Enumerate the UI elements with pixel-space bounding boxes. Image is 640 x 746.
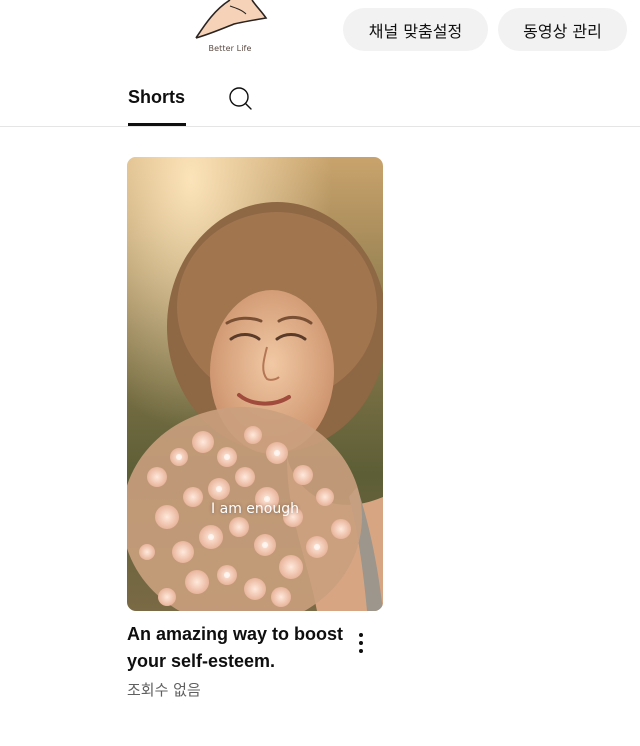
- tab-shorts-label: Shorts: [128, 87, 186, 107]
- search-icon: [229, 87, 252, 110]
- thumbnail-image: [127, 157, 383, 611]
- thumbnail-caption: I am enough: [211, 501, 299, 517]
- logo-graphic: [195, 0, 268, 39]
- manage-videos-button[interactable]: 동영상 관리: [498, 8, 627, 51]
- view-count: 조회수 없음: [127, 681, 201, 699]
- more-actions-button[interactable]: [351, 630, 371, 656]
- search-button[interactable]: [226, 85, 254, 113]
- tabs-divider: [0, 126, 640, 127]
- shorts-thumbnail[interactable]: I am enough: [127, 157, 383, 611]
- tab-shorts[interactable]: Shorts: [128, 84, 186, 126]
- channel-logo: Better Life: [190, 0, 270, 58]
- logo-text: Better Life: [208, 44, 252, 53]
- video-title[interactable]: An amazing way to boost your self-esteem…: [127, 621, 352, 675]
- customize-channel-button[interactable]: 채널 맞춤설정: [343, 8, 488, 51]
